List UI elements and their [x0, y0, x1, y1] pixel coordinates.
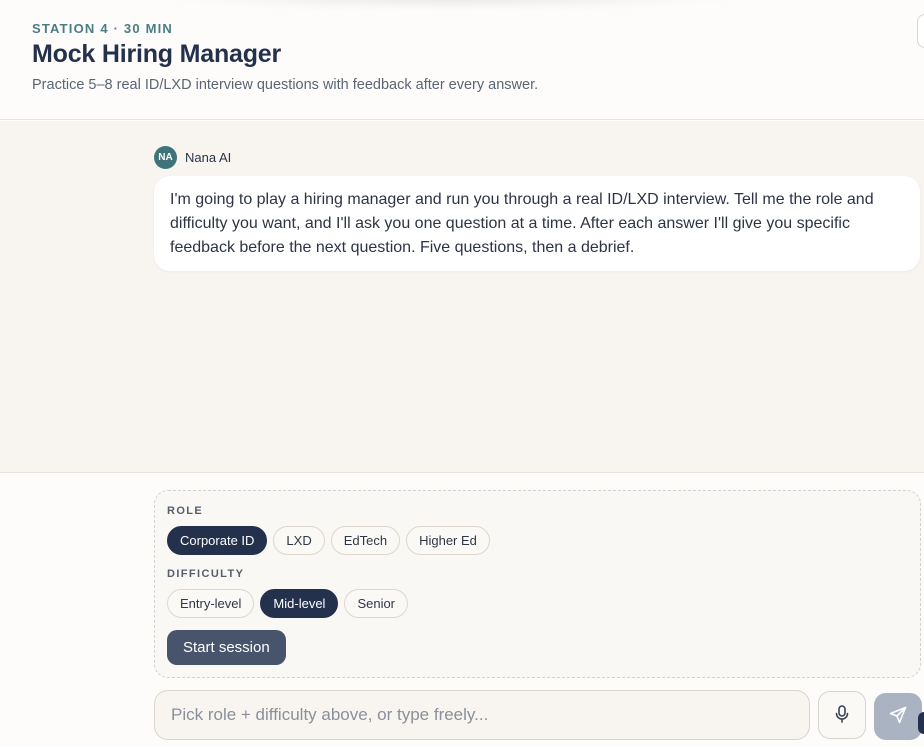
difficulty-chip-mid-level[interactable]: Mid-level: [260, 589, 339, 618]
header-corner-button[interactable]: [917, 14, 924, 48]
avatar: NA: [154, 145, 177, 169]
role-label: ROLE: [167, 505, 204, 517]
role-chip-corporate-id[interactable]: Corporate ID: [167, 526, 268, 555]
chat-transcript: NA Nana AI I'm going to play a hiring ma…: [0, 121, 924, 473]
page-title: Mock Hiring Manager: [32, 40, 282, 68]
difficulty-chip-senior[interactable]: Senior: [344, 589, 409, 618]
floating-edge-button[interactable]: [918, 712, 924, 734]
session-setup-panel: ROLE Corporate ID LXD EdTech Higher Ed D…: [154, 490, 921, 678]
difficulty-label: DIFFICULTY: [167, 568, 245, 580]
role-chip-edtech[interactable]: EdTech: [330, 526, 401, 555]
message-input[interactable]: [154, 690, 810, 740]
assistant-message-bubble: I'm going to play a hiring manager and r…: [154, 176, 920, 271]
microphone-icon: [834, 704, 850, 726]
difficulty-chip-group: Entry-level Mid-level Senior: [167, 589, 409, 618]
microphone-button[interactable]: [818, 691, 866, 739]
header-shadow: [150, 0, 750, 8]
station-eyebrow: STATION 4 · 30 MIN: [32, 21, 174, 36]
role-chip-higher-ed[interactable]: Higher Ed: [406, 526, 490, 555]
message-sender: NA Nana AI: [154, 145, 231, 169]
difficulty-chip-entry-level[interactable]: Entry-level: [167, 589, 255, 618]
send-icon: [889, 706, 907, 727]
page-subtitle: Practice 5–8 real ID/LXD interview quest…: [32, 77, 539, 93]
role-chip-lxd[interactable]: LXD: [273, 526, 325, 555]
send-button[interactable]: [874, 693, 922, 740]
start-session-button[interactable]: Start session: [167, 630, 286, 665]
sender-name: Nana AI: [185, 149, 232, 165]
role-chip-group: Corporate ID LXD EdTech Higher Ed: [167, 526, 490, 555]
page-header: STATION 4 · 30 MIN Mock Hiring Manager P…: [0, 0, 924, 120]
